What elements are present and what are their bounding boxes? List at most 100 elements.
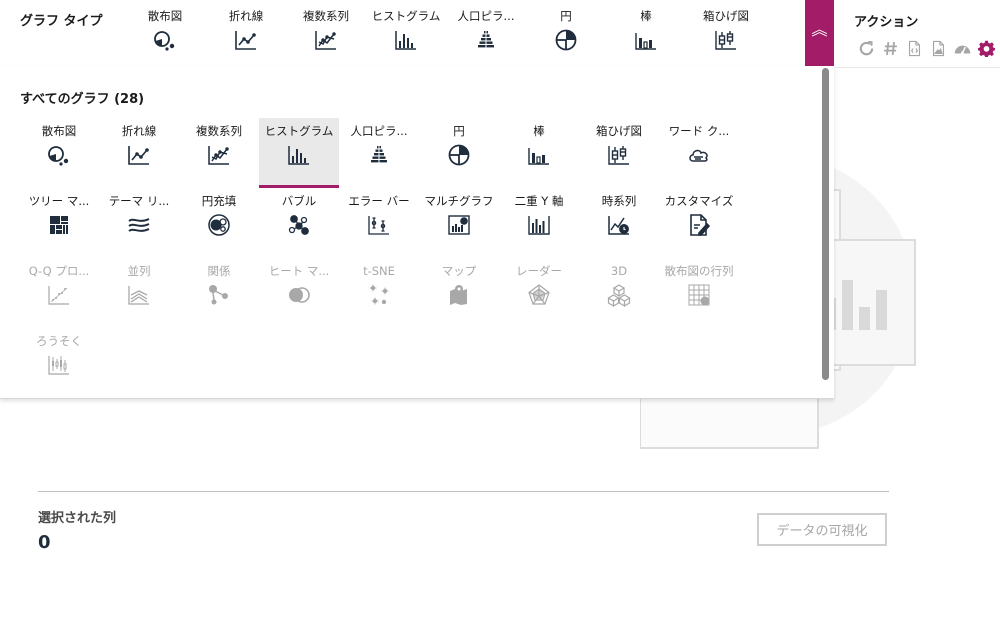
- chart-option-multi-chart[interactable]: マルチグラフ: [419, 188, 499, 258]
- chart-type-top-pie[interactable]: 円: [526, 0, 606, 52]
- map-icon: [447, 283, 471, 307]
- chart-type-top-multi-series[interactable]: 複数系列: [286, 0, 366, 52]
- chart-option-dual-y-axis[interactable]: 二重 Y 軸: [499, 188, 579, 258]
- boxplot-icon: [607, 143, 631, 167]
- qq-plot-icon: [47, 283, 71, 307]
- line-icon: [127, 143, 151, 167]
- error-bar-icon: [367, 213, 391, 237]
- dashboard-icon[interactable]: [954, 40, 971, 57]
- chart-option-label: ワード ク...: [668, 124, 730, 138]
- chart-option-heatmap: ヒート マ...: [259, 258, 339, 328]
- chart-type-top-boxplot[interactable]: 箱ひげ図: [686, 0, 766, 52]
- chart-option-label: レーダー: [516, 264, 562, 278]
- bar-icon: [527, 143, 551, 167]
- chart-option-label: 時系列: [601, 194, 637, 208]
- heatmap-icon: [287, 283, 311, 307]
- circle-packing-icon: [207, 213, 231, 237]
- chart-option-candlestick: ろうそく: [19, 328, 99, 398]
- relation-icon: [207, 283, 231, 307]
- actions-title: アクション: [854, 15, 919, 30]
- chart-option-scatter-matrix: 散布図の行列: [659, 258, 739, 328]
- selected-columns-label: 選択された列: [38, 511, 117, 526]
- panel-scrollbar[interactable]: [822, 66, 830, 386]
- treemap-icon: [47, 213, 71, 237]
- chart-option-time-series[interactable]: 時系列: [579, 188, 659, 258]
- chart-option-pyramid[interactable]: 人口ピラ...: [339, 118, 419, 188]
- chart-type-top-scatter[interactable]: 散布図: [125, 0, 205, 52]
- chart-option-multi-series[interactable]: 複数系列: [179, 118, 259, 188]
- chart-type-top-line[interactable]: 折れ線: [206, 0, 286, 52]
- chart-type-label: 円: [560, 9, 572, 23]
- chart-type-top-pyramid[interactable]: 人口ピラ...: [446, 0, 526, 52]
- chart-option-relation: 関係: [179, 258, 259, 328]
- chart-option-label: 関係: [207, 264, 231, 278]
- image-file-icon[interactable]: [930, 40, 947, 57]
- chart-type-label: 複数系列: [303, 9, 349, 23]
- actions-panel: アクション: [834, 0, 1000, 68]
- chart-option-qq-plot: Q-Q プロ...: [19, 258, 99, 328]
- theme-river-icon: [127, 213, 151, 237]
- chart-option-bar[interactable]: 棒: [499, 118, 579, 188]
- chart-type-title: グラフ タイプ: [20, 14, 103, 29]
- chart-type-label: 箱ひげ図: [703, 9, 749, 23]
- chart-option-label: カスタマイズ: [664, 194, 734, 208]
- double-chevron-up-icon: ︽: [811, 20, 828, 39]
- chart-option-boxplot[interactable]: 箱ひげ図: [579, 118, 659, 188]
- word-cloud-icon: [687, 143, 711, 167]
- collapse-button[interactable]: ︽: [805, 0, 834, 67]
- all-charts-panel: すべてのグラフ (28) 散布図 折れ線 複数系列 ヒストグラム 人口ピラ... 円 棒 箱ひ…: [0, 66, 834, 399]
- chart-type-label: ヒストグラム: [371, 9, 441, 23]
- chart-option-label: マップ: [441, 264, 477, 278]
- chart-option-label: テーマ リ...: [108, 194, 170, 208]
- chart-option-label: 複数系列: [196, 124, 242, 138]
- chart-option-label: 人口ピラ...: [350, 124, 408, 138]
- chart-type-top-histogram[interactable]: ヒストグラム: [366, 0, 446, 52]
- settings-icon[interactable]: [978, 40, 995, 57]
- actions-toolbar: [858, 40, 995, 57]
- chart-option-label: Q-Q プロ...: [28, 264, 90, 278]
- scatter-icon: [47, 143, 71, 167]
- chart-option-pie[interactable]: 円: [419, 118, 499, 188]
- chart-option-label: 散布図の行列: [664, 264, 734, 278]
- line-icon: [234, 28, 258, 52]
- time-series-icon: [607, 213, 631, 237]
- visualize-data-button[interactable]: データの可視化: [757, 513, 887, 546]
- chart-option-label: 折れ線: [121, 124, 157, 138]
- chart-option-bubble[interactable]: バブル: [259, 188, 339, 258]
- chart-option-histogram[interactable]: ヒストグラム: [259, 118, 339, 188]
- customize-icon: [687, 213, 711, 237]
- chart-option-label: 棒: [533, 124, 545, 138]
- refresh-icon[interactable]: [858, 40, 875, 57]
- chart-option-line[interactable]: 折れ線: [99, 118, 179, 188]
- chart-type-top-bar[interactable]: 棒: [606, 0, 686, 52]
- chart-option-customize[interactable]: カスタマイズ: [659, 188, 739, 258]
- chart-option-theme-river[interactable]: テーマ リ...: [99, 188, 179, 258]
- 3d-icon: [607, 283, 631, 307]
- histogram-icon: [287, 143, 311, 167]
- chart-option-tsne: t-SNE: [339, 258, 419, 328]
- chart-option-label: 円: [453, 124, 465, 138]
- candlestick-icon: [47, 353, 71, 377]
- multi-chart-icon: [447, 213, 471, 237]
- chart-option-label: 二重 Y 軸: [514, 194, 564, 208]
- chart-option-circle-packing[interactable]: 円充填: [179, 188, 259, 258]
- chart-option-error-bar[interactable]: エラー バー: [339, 188, 419, 258]
- chart-option-radar: レーダー: [499, 258, 579, 328]
- bubble-icon: [287, 213, 311, 237]
- chart-option-label: 箱ひげ図: [596, 124, 642, 138]
- chart-type-label: 折れ線: [228, 9, 264, 23]
- scatter-icon: [153, 28, 177, 52]
- chart-option-scatter[interactable]: 散布図: [19, 118, 99, 188]
- hash-icon[interactable]: [882, 40, 899, 57]
- chart-option-treemap[interactable]: ツリー マ...: [19, 188, 99, 258]
- code-file-icon[interactable]: [906, 40, 923, 57]
- scrollbar-thumb[interactable]: [822, 68, 829, 380]
- pie-icon: [447, 143, 471, 167]
- scatter-matrix-icon: [687, 283, 711, 307]
- dual-y-axis-icon: [527, 213, 551, 237]
- pie-icon: [554, 28, 578, 52]
- chart-option-word-cloud[interactable]: ワード ク...: [659, 118, 739, 188]
- histogram-icon: [394, 28, 418, 52]
- chart-option-label: 3D: [610, 264, 628, 278]
- chart-type-label: 人口ピラ...: [457, 9, 515, 23]
